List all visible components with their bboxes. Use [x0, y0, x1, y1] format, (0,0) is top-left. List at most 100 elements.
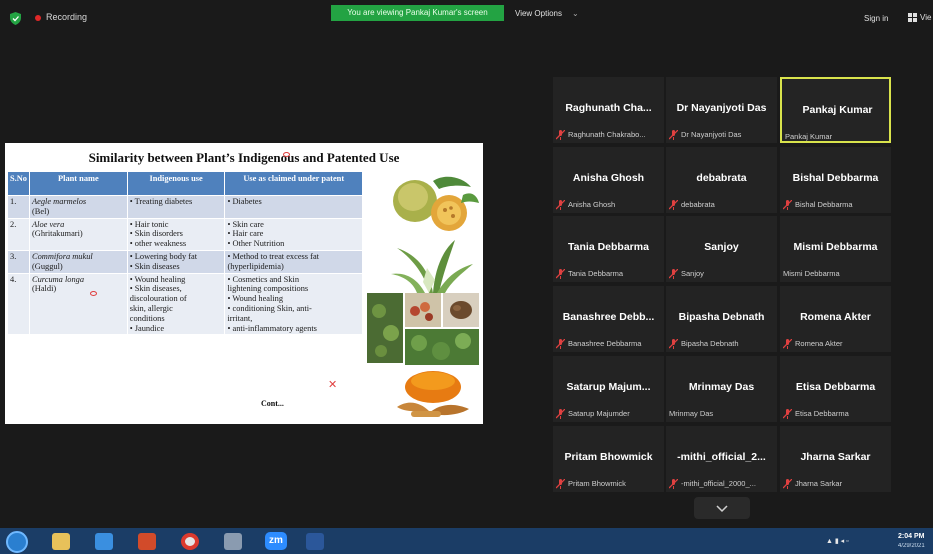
continue-label: Cont... [261, 399, 284, 408]
participant-tile[interactable]: Romena Akter Romena Akter [780, 286, 891, 352]
table-row: 4. Curcuma longa (Haldi) • Wound healing • S… [7, 272, 363, 336]
paint-icon[interactable] [224, 533, 242, 550]
top-bar: Recording You are viewing Pankaj Kumar's… [0, 0, 933, 36]
participant-tile[interactable]: Pankaj Kumar Pankaj Kumar [780, 77, 891, 143]
system-tray-icons[interactable]: ▲ ▮ ◂ ▫ [826, 537, 849, 545]
participant-tile[interactable]: Satarup Majum... Satarup Majumder [553, 356, 664, 422]
header-indigenous-use: Indigenous use [126, 171, 226, 196]
participant-footer: Etisa Debbarma [783, 408, 849, 419]
start-button[interactable] [6, 531, 28, 553]
plant-name-cell: Aegle marmelos (Bel) [29, 195, 128, 219]
muted-mic-icon [556, 199, 565, 210]
patent-use-cell: • Diabetes [224, 195, 363, 219]
participant-name: Anisha Ghosh [572, 172, 645, 184]
view-button-label[interactable]: Vie [920, 13, 931, 22]
participant-tile[interactable]: debabrata debabrata [666, 147, 777, 213]
participant-footer: Dr Nayanjyoti Das [669, 129, 741, 140]
zoom-app-icon[interactable]: zm [265, 532, 287, 550]
slide-title: Similarity between Plant’s Indigenous an… [88, 150, 400, 165]
table-row: 1. Aegle marmelos (Bel) • Treating diabetes… [7, 195, 363, 219]
use-line: irritant, [227, 313, 253, 323]
use-line: • Skin diseases [129, 261, 180, 271]
participant-name: Mrinmay Das [688, 381, 755, 393]
participant-tile[interactable]: -mithi_official_2... -mithi_official_2000… [666, 426, 777, 492]
plant-name-cell: Commifora mukul (Guggul) [29, 249, 128, 274]
shield-icon[interactable] [10, 12, 21, 25]
gallery-scroll-down-button[interactable] [694, 497, 750, 519]
table-row: 2. Aloe vera (Ghritakumari) • Hair tonic • S… [7, 217, 363, 251]
participant-footer: Bishal Debbarma [783, 199, 853, 210]
table-row: 3. Commifora mukul (Guggul) • Lowering body… [7, 249, 363, 274]
word-icon[interactable] [306, 533, 324, 550]
use-line: • Diabetes [227, 197, 262, 206]
participant-name: Dr Nayanjyoti Das [676, 102, 767, 114]
muted-mic-icon [669, 268, 678, 279]
row-number: 2. [7, 217, 30, 251]
participant-name: Bishal Debbarma [792, 172, 879, 184]
participant-tile[interactable]: Bipasha Debnath Bipasha Debnath [666, 286, 777, 352]
clock-date[interactable]: 4/29/2021 [898, 543, 928, 551]
recording-dot-icon [35, 15, 41, 21]
participant-tile[interactable]: Sanjoy Sanjoy [666, 216, 777, 282]
participant-name: Mismi Debbarma [793, 241, 878, 253]
muted-mic-icon [783, 478, 792, 489]
use-line: • Other Nutrition [227, 239, 285, 249]
participant-label: Banashree Debbarma [568, 339, 642, 348]
participant-footer: Pritam Bhowmick [556, 478, 626, 489]
participant-tile[interactable]: Mrinmay Das Mrinmay Das [666, 356, 777, 422]
participant-footer: Banashree Debbarma [556, 338, 641, 349]
plant-common-name: (Haldi) [32, 284, 57, 294]
participant-tile[interactable]: Tania Debbarma Tania Debbarma [553, 216, 664, 282]
use-line: • Lowering body fat [129, 251, 198, 261]
participant-label: Etisa Debbarma [795, 409, 849, 418]
plant-name-cell: Curcuma longa (Haldi) [29, 272, 128, 336]
use-line: • Hair tonic [129, 219, 169, 229]
participant-tile[interactable]: Raghunath Cha... Raghunath Chakrabo... [553, 77, 664, 143]
media-player-icon[interactable] [138, 533, 156, 550]
recording-label[interactable]: Recording [46, 12, 87, 22]
participant-tile[interactable]: Dr Nayanjyoti Das Dr Nayanjyoti Das [666, 77, 777, 143]
participant-tile[interactable]: Bishal Debbarma Bishal Debbarma [780, 147, 891, 213]
plant-name-cell: Aloe vera (Ghritakumari) [29, 217, 128, 251]
participant-tile[interactable]: Pritam Bhowmick Pritam Bhowmick [553, 426, 664, 492]
participant-name: Banashree Debb... [562, 311, 655, 323]
participant-footer: Bipasha Debnath [669, 338, 739, 349]
use-line: • Wound healing [129, 274, 186, 284]
participant-tile[interactable]: Etisa Debbarma Etisa Debbarma [780, 356, 891, 422]
participant-name: Etisa Debbarma [795, 381, 876, 393]
zoom-meeting-window: Recording You are viewing Pankaj Kumar's… [0, 0, 933, 554]
row-number: 3. [7, 249, 30, 274]
plant-common-name: (Ghritakumari) [32, 229, 83, 239]
sign-in-button[interactable]: Sign in [864, 14, 888, 23]
clock-time[interactable]: 2:04 PM [898, 533, 924, 540]
participant-tile[interactable]: Banashree Debb... Banashree Debbarma [553, 286, 664, 352]
participant-tile[interactable]: Anisha Ghosh Anisha Ghosh [553, 147, 664, 213]
participant-tile[interactable]: Jharna Sarkar Jharna Sarkar [780, 426, 891, 492]
participant-label: debabrata [681, 200, 715, 209]
participant-footer: Satarup Majumder [556, 408, 630, 419]
use-line: • Jaundice [129, 323, 165, 333]
use-line: skin, allergic [129, 303, 173, 313]
participant-label: Anisha Ghosh [568, 200, 616, 209]
participant-label: Pankaj Kumar [785, 132, 833, 141]
participant-footer: Raghunath Chakrabo... [556, 129, 646, 140]
muted-mic-icon [556, 338, 565, 349]
file-explorer-icon[interactable] [52, 533, 70, 550]
aloe-vera-image [391, 240, 473, 293]
muted-mic-icon [556, 478, 565, 489]
participant-name: Raghunath Cha... [565, 102, 652, 114]
muted-mic-icon [556, 129, 565, 140]
chrome-icon[interactable] [181, 533, 199, 550]
use-line: • conditioning Skin, anti- [227, 303, 312, 313]
muted-mic-icon [783, 199, 792, 210]
participant-label: Romena Akter [795, 339, 843, 348]
view-options-button[interactable]: View Options ⌄ [515, 7, 579, 21]
participant-label: Bipasha Debnath [681, 339, 739, 348]
muted-mic-icon [783, 338, 792, 349]
patent-use-cell: • Method to treat excess fat (hyperlipide… [224, 249, 363, 274]
use-line: • anti-inflammatory agents [227, 323, 317, 333]
view-options-label: View Options [515, 9, 562, 18]
participant-tile[interactable]: Mismi Debbarma Mismi Debbarma [780, 216, 891, 282]
internet-explorer-icon[interactable] [95, 533, 113, 550]
grid-view-icon[interactable] [908, 13, 917, 22]
